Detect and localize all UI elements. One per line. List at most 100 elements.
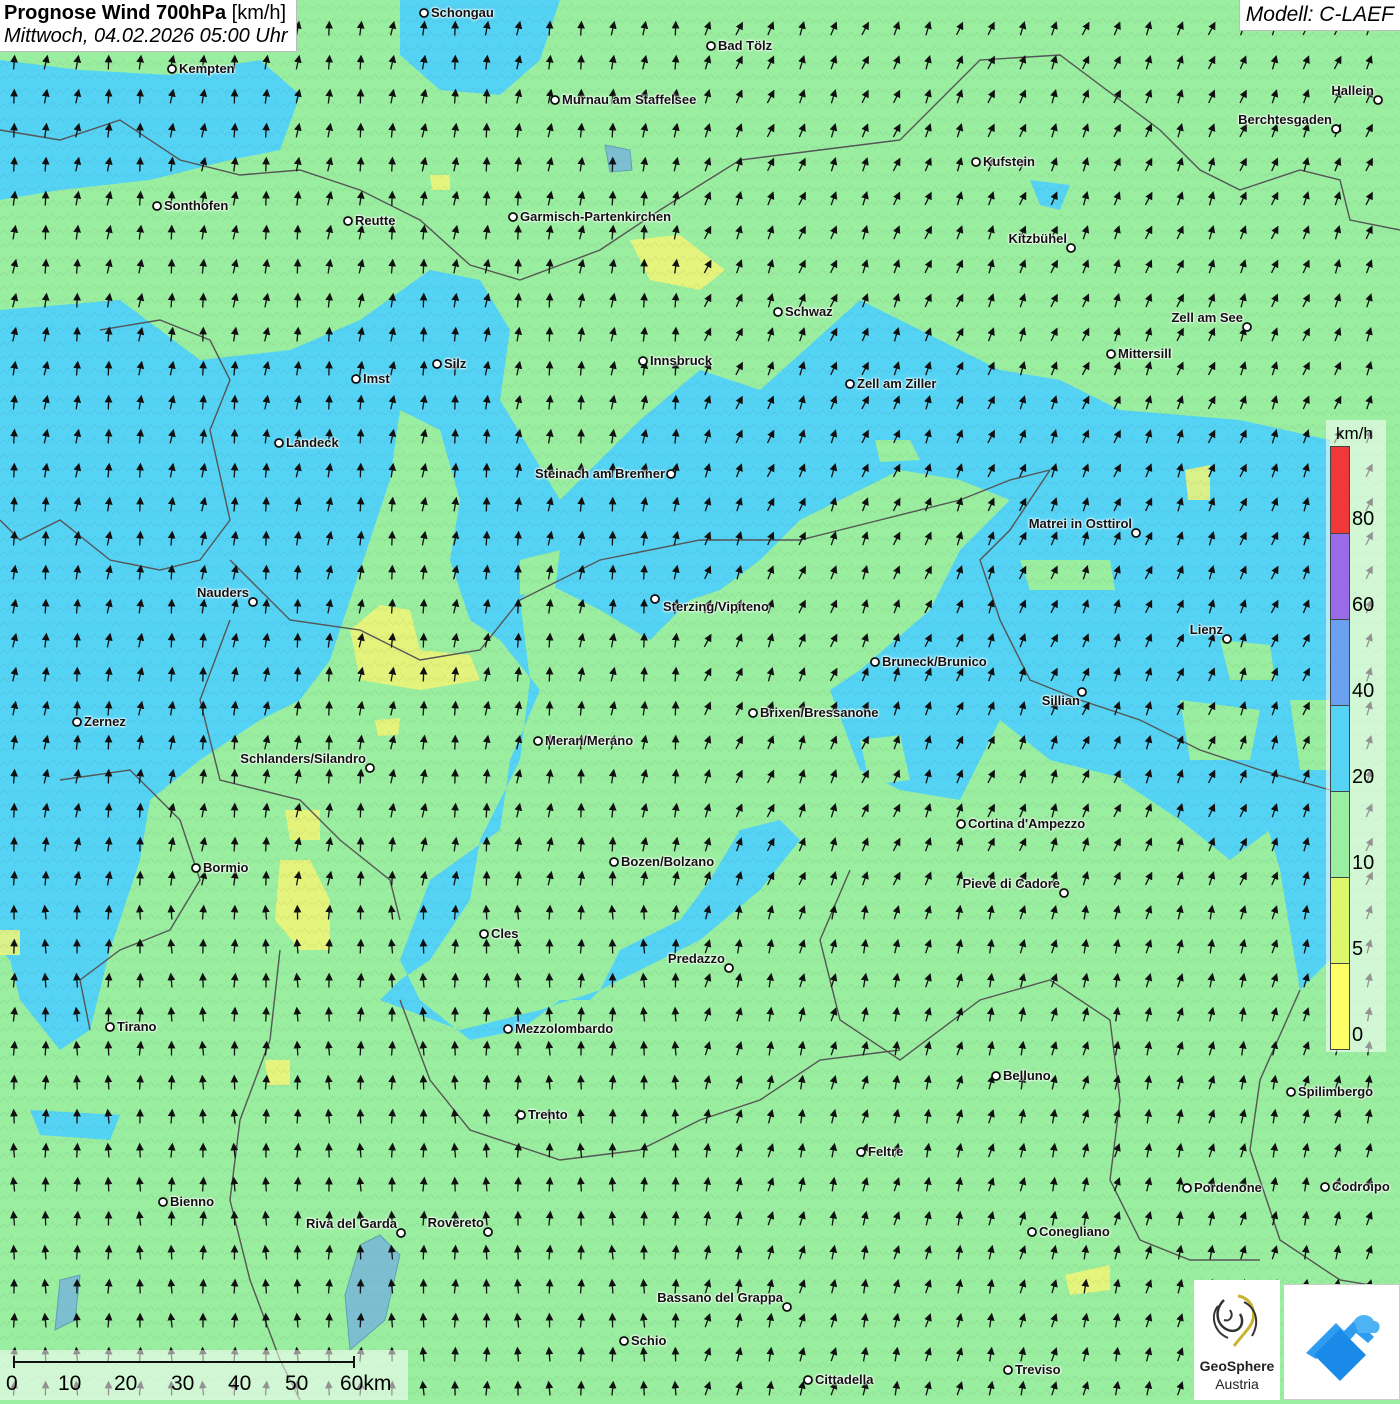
wind-arrow xyxy=(455,433,456,444)
city-marker xyxy=(480,930,488,938)
wind-arrow xyxy=(45,161,46,172)
wind-arrow xyxy=(644,569,645,580)
wind-arrow xyxy=(297,1045,298,1056)
legend-tick-label: 80 xyxy=(1352,508,1374,531)
wind-arrow xyxy=(486,161,487,172)
wind-arrow xyxy=(486,93,487,104)
wind-arrow xyxy=(518,195,519,206)
wind-arrow xyxy=(203,739,204,750)
wind-arrow xyxy=(171,569,172,580)
wind-arrow xyxy=(297,1283,298,1294)
wind-arrow xyxy=(549,365,550,376)
wind-arrow xyxy=(581,1011,582,1022)
wind-arrow xyxy=(45,1147,46,1158)
wind-arrow xyxy=(108,365,109,376)
city-marker xyxy=(366,764,374,772)
city-marker xyxy=(1107,350,1115,358)
legend-tick-label: 5 xyxy=(1352,938,1363,961)
city-marker xyxy=(275,439,283,447)
wind-arrow xyxy=(171,637,172,648)
scale-bar: 0102030405060km xyxy=(0,1350,408,1400)
city-marker xyxy=(1374,96,1382,104)
wind-arrow xyxy=(360,161,361,172)
wind-arrow xyxy=(14,1249,15,1260)
wind-arrow xyxy=(549,25,550,36)
wind-arrow xyxy=(266,1011,267,1022)
wind-arrow xyxy=(171,1249,172,1260)
wind-arrow xyxy=(644,229,645,240)
city-label: Reutte xyxy=(355,213,395,228)
legend-tick-label: 40 xyxy=(1352,680,1374,703)
wind-arrow xyxy=(518,535,519,546)
wind-arrow xyxy=(612,1011,613,1022)
city-label: Treviso xyxy=(1015,1362,1061,1377)
wind-arrow xyxy=(140,535,141,546)
wind-arrow xyxy=(486,909,487,920)
wind-arrow xyxy=(423,263,424,274)
city-label: Zernez xyxy=(84,714,126,729)
city-marker xyxy=(73,718,81,726)
city-label: Pordenone xyxy=(1194,1180,1262,1195)
wind-arrow xyxy=(77,1079,78,1090)
city-label: Rovereto xyxy=(428,1215,484,1230)
wind-arrow xyxy=(234,909,235,920)
wind-arrow xyxy=(675,331,676,342)
title-main: Prognose Wind 700hPa xyxy=(4,2,226,24)
city-marker xyxy=(159,1198,167,1206)
city-marker xyxy=(804,1376,812,1384)
app-logo[interactable] xyxy=(1283,1284,1400,1400)
legend-tick-label: 20 xyxy=(1352,766,1374,789)
wind-arrow xyxy=(266,841,267,852)
wind-arrow xyxy=(549,1351,550,1362)
wind-arrow xyxy=(486,1147,487,1158)
wind-arrow xyxy=(140,1079,141,1090)
wind-arrow xyxy=(329,1317,330,1328)
city-label: Brixen/Bressanone xyxy=(760,705,879,720)
city-marker xyxy=(1028,1228,1036,1236)
wind-arrow xyxy=(455,1351,456,1362)
city-marker xyxy=(1321,1183,1329,1191)
city-marker xyxy=(1004,1366,1012,1374)
legend-unit: km/h xyxy=(1336,424,1373,444)
city-label: Bad Tölz xyxy=(718,38,772,53)
scale-tick-label: 0 xyxy=(6,1372,18,1396)
wind-arrow xyxy=(392,1045,393,1056)
city-marker xyxy=(517,1111,525,1119)
wind-arrow xyxy=(612,569,613,580)
wind-arrow xyxy=(77,1317,78,1328)
city-label: Kufstein xyxy=(983,154,1035,169)
wind-arrow xyxy=(644,671,645,682)
wind-arrow xyxy=(549,637,550,648)
city-marker xyxy=(1287,1088,1295,1096)
city-marker xyxy=(610,858,618,866)
wind-arrow xyxy=(644,1385,645,1396)
wind-arrow xyxy=(234,739,235,750)
wind-arrow xyxy=(423,603,424,614)
city-marker xyxy=(957,820,965,828)
city-label: Bormio xyxy=(203,860,249,875)
wind-arrow xyxy=(234,1011,235,1022)
city-label: Bozen/Bolzano xyxy=(621,854,714,869)
city-label: Murnau am Staffelsee xyxy=(562,92,696,107)
city-marker xyxy=(484,1228,492,1236)
city-marker xyxy=(1223,635,1231,643)
app-cloud-arrow-icon xyxy=(1284,1285,1399,1399)
wind-arrow xyxy=(171,909,172,920)
city-label: Bassano del Grappa xyxy=(657,1290,783,1305)
wind-arrow xyxy=(518,637,519,648)
wind-arrow xyxy=(581,1181,582,1192)
city-label: Lienz xyxy=(1190,622,1223,637)
wind-arrow xyxy=(45,875,46,886)
wind-arrow xyxy=(518,1181,519,1192)
wind-arrow xyxy=(612,195,613,206)
city-label: Schlanders/Silandro xyxy=(240,751,366,766)
wind-arrow xyxy=(14,773,15,784)
city-marker xyxy=(620,1337,628,1345)
wind-arrow xyxy=(266,1113,267,1124)
city-label: Schio xyxy=(631,1333,666,1348)
wind-arrow xyxy=(612,1113,613,1124)
wind-arrow xyxy=(77,637,78,648)
city-label: Trento xyxy=(528,1107,568,1122)
city-marker xyxy=(1183,1184,1191,1192)
wind-arrow xyxy=(203,365,204,376)
